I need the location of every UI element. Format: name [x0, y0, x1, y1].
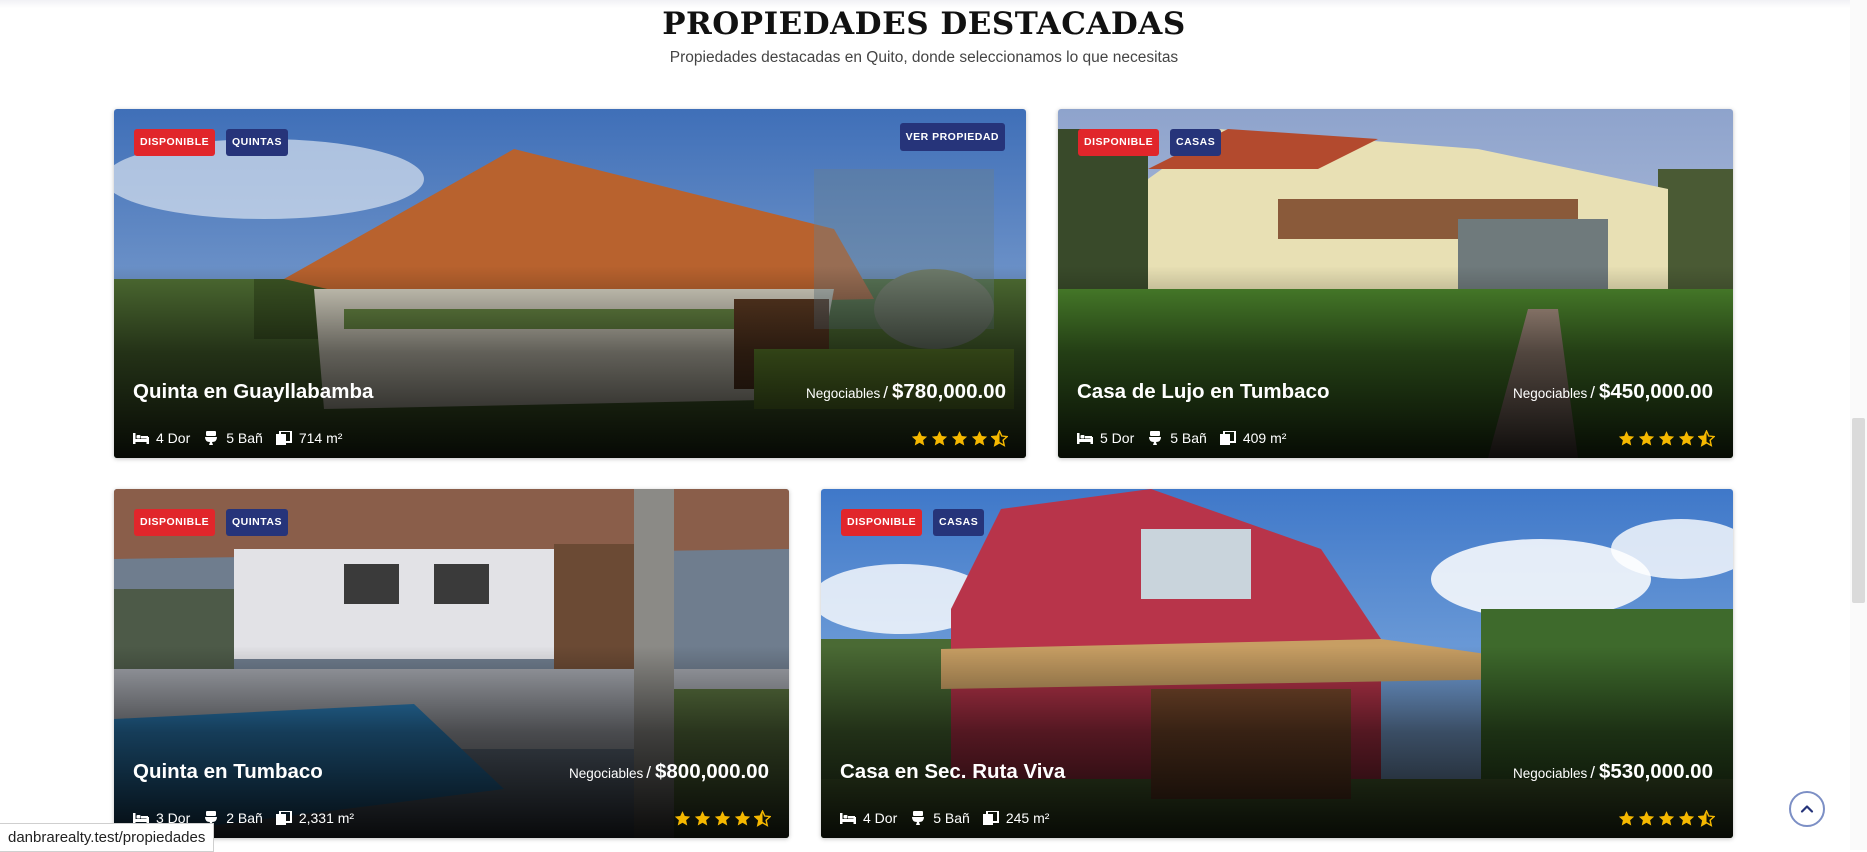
star-icon: [1658, 811, 1675, 826]
area: 2,331 m²: [275, 810, 355, 826]
rating-stars: [1615, 810, 1715, 827]
price-value: $450,000.00: [1598, 380, 1713, 403]
bedrooms: 4 Dor: [840, 810, 897, 826]
status-badge: DISPONIBLE: [134, 129, 216, 156]
section-title: PROPIEDADES DESTACADAS: [662, 6, 1186, 42]
area-value: 245 m²: [1005, 810, 1050, 826]
price-label: Negociables: [568, 766, 644, 781]
toilet-icon: [1149, 431, 1162, 445]
chevron-up-icon: [1800, 805, 1814, 813]
bathrooms-value: 5 Bañ: [226, 430, 263, 446]
toilet-icon: [205, 431, 218, 445]
category-badge[interactable]: QUINTAS: [226, 509, 288, 536]
area-value: 714 m²: [298, 430, 343, 446]
price-separator: /: [1590, 763, 1595, 782]
star-icon: [674, 811, 691, 826]
rating-stars: [908, 430, 1008, 447]
bed-icon: [133, 433, 149, 444]
category-badge[interactable]: CASAS: [1170, 129, 1222, 156]
bathrooms: 5 Bañ: [203, 430, 263, 446]
category-badge[interactable]: QUINTAS: [226, 129, 288, 156]
star-icon: [694, 811, 711, 826]
scrollbar[interactable]: [1850, 0, 1867, 850]
property-card[interactable]: DISPONIBLE QUINTAS VER PROPIEDAD Quinta …: [114, 109, 1026, 458]
property-features: 5 Dor 5 Bañ 409 m²: [1077, 430, 1299, 446]
star-icon: [931, 431, 948, 446]
property-price: Negociables / $800,000.00: [569, 760, 769, 784]
star-half-icon: [1698, 430, 1715, 447]
area-value: 409 m²: [1242, 430, 1287, 446]
star-icon: [1638, 811, 1655, 826]
price-label: Negociables: [805, 386, 881, 401]
bathrooms-value: 5 Bañ: [1170, 430, 1207, 446]
status-badge: DISPONIBLE: [1078, 129, 1160, 156]
property-price: Negociables / $780,000.00: [806, 380, 1006, 404]
property-card[interactable]: DISPONIBLE CASAS Casa de Lujo en Tumbaco…: [1058, 109, 1733, 458]
category-badge[interactable]: CASAS: [933, 509, 985, 536]
bed-icon: [840, 813, 856, 824]
star-icon: [714, 811, 731, 826]
star-icon: [1678, 431, 1695, 446]
toilet-icon: [912, 811, 925, 825]
star-half-icon: [991, 430, 1008, 447]
star-icon: [1678, 811, 1695, 826]
bedrooms: 5 Dor: [1077, 430, 1134, 446]
bedrooms-value: 5 Dor: [1100, 430, 1135, 446]
rating-stars: [671, 810, 771, 827]
bed-icon: [1077, 433, 1093, 444]
star-icon: [1618, 431, 1635, 446]
price-label: Negociables: [1512, 766, 1588, 781]
price-separator: /: [646, 763, 651, 782]
scrollbar-thumb[interactable]: [1852, 418, 1865, 603]
area: 245 m²: [982, 810, 1050, 826]
star-icon: [734, 811, 751, 826]
property-features: 4 Dor 5 Bañ 245 m²: [840, 810, 1062, 826]
copy-area-icon: [982, 811, 999, 825]
price-label: Negociables: [1512, 386, 1588, 401]
bedrooms: 4 Dor: [133, 430, 190, 446]
back-to-top-button[interactable]: [1789, 791, 1825, 827]
star-icon: [951, 431, 968, 446]
star-icon: [1618, 811, 1635, 826]
star-icon: [911, 431, 928, 446]
star-icon: [971, 431, 988, 446]
area-value: 2,331 m²: [298, 810, 355, 826]
property-price: Negociables / $450,000.00: [1513, 380, 1713, 404]
rating-stars: [1615, 430, 1715, 447]
property-features: 4 Dor 5 Bañ 714 m²: [133, 430, 355, 446]
price-separator: /: [1590, 383, 1595, 402]
status-badge: DISPONIBLE: [841, 509, 923, 536]
property-title[interactable]: Casa en Sec. Ruta Viva: [840, 760, 1065, 784]
copy-area-icon: [1219, 431, 1236, 445]
bedrooms-value: 4 Dor: [863, 810, 898, 826]
copy-area-icon: [275, 431, 292, 445]
status-badge: DISPONIBLE: [134, 509, 216, 536]
bathrooms-value: 5 Bañ: [933, 810, 970, 826]
section-subtitle: Propiedades destacadas en Quito, donde s…: [669, 49, 1179, 66]
price-separator: /: [883, 383, 888, 402]
bedrooms-value: 4 Dor: [156, 430, 191, 446]
price-value: $800,000.00: [654, 760, 769, 783]
price-value: $780,000.00: [891, 380, 1006, 403]
property-price: Negociables / $530,000.00: [1513, 760, 1713, 784]
browser-status-url: danbrarealty.test/propiedades: [0, 823, 215, 852]
star-icon: [1638, 431, 1655, 446]
bathrooms-value: 2 Bañ: [226, 810, 263, 826]
copy-area-icon: [275, 811, 292, 825]
property-title[interactable]: Quinta en Guayllabamba: [133, 380, 373, 404]
property-card[interactable]: DISPONIBLE QUINTAS Quinta en Tumbaco Neg…: [114, 489, 789, 838]
price-value: $530,000.00: [1598, 760, 1713, 783]
star-half-icon: [754, 810, 771, 827]
property-title[interactable]: Casa de Lujo en Tumbaco: [1077, 380, 1330, 404]
bathrooms: 5 Bañ: [1147, 430, 1207, 446]
area: 409 m²: [1219, 430, 1287, 446]
bathrooms: 5 Bañ: [910, 810, 970, 826]
property-card[interactable]: DISPONIBLE CASAS Casa en Sec. Ruta Viva …: [821, 489, 1733, 838]
star-half-icon: [1698, 810, 1715, 827]
star-icon: [1658, 431, 1675, 446]
view-property-button[interactable]: VER PROPIEDAD: [899, 123, 1005, 151]
property-title[interactable]: Quinta en Tumbaco: [133, 760, 323, 784]
area: 714 m²: [275, 430, 343, 446]
